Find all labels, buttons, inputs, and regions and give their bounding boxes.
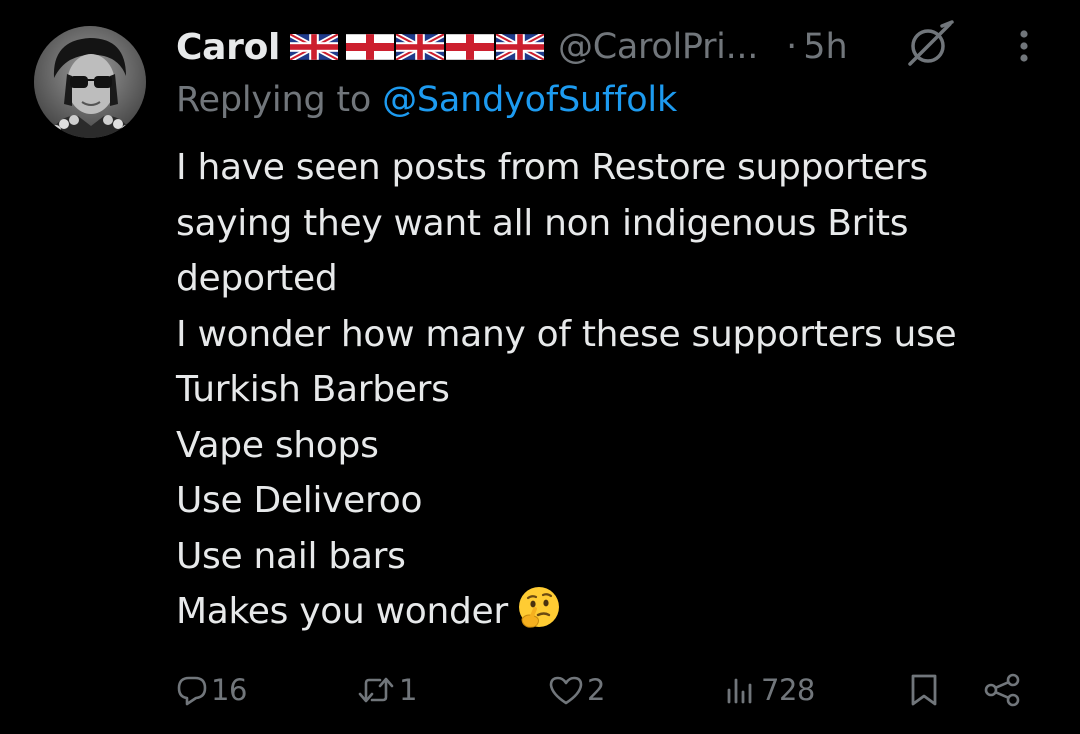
views-button[interactable]: 728 <box>724 664 815 716</box>
heart-icon <box>549 676 583 705</box>
england-flag-icon <box>346 34 395 60</box>
like-count: 2 <box>587 673 605 707</box>
tweet-text-line: deported <box>176 258 338 299</box>
bookmark-icon <box>911 674 937 706</box>
tweet-header: Carol @CarolPri... · 5h <box>176 22 848 72</box>
reply-count: 16 <box>211 673 247 707</box>
tweet-text-line-last: Makes you wonder <box>176 584 1056 640</box>
tweet: Carol @CarolPri... · 5h Replying to @San… <box>0 0 1080 734</box>
view-count: 728 <box>761 673 815 707</box>
reply-button[interactable]: 16 <box>176 664 247 716</box>
repost-count: 1 <box>399 673 417 707</box>
share-button[interactable] <box>982 664 1022 716</box>
uk-flag-icon <box>290 34 339 60</box>
views-icon <box>727 678 752 704</box>
reply-mention-link[interactable]: @SandyofSuffolk <box>382 80 677 120</box>
display-name[interactable]: Carol <box>176 27 280 68</box>
share-icon <box>984 673 1020 707</box>
tweet-text-line: I wonder how many of these supporters us… <box>176 313 957 355</box>
tweet-actions: 16 1 2 728 <box>176 664 1036 716</box>
timestamp[interactable]: 5h <box>803 27 847 67</box>
uk-flag-icon <box>496 34 545 60</box>
repost-icon <box>358 677 394 703</box>
avatar-photo <box>34 26 146 138</box>
bookmark-button[interactable] <box>908 664 940 716</box>
tweet-text: I have seen posts from Restore supporter… <box>176 140 1056 640</box>
uk-flag-icon <box>396 34 445 60</box>
tweet-text-line: saying they want all non indigenous Brit… <box>176 202 909 244</box>
tweet-text-line: Use nail bars <box>176 535 406 577</box>
thinking-face-icon <box>518 587 559 628</box>
user-handle[interactable]: @CarolPri... <box>558 27 758 67</box>
like-button[interactable]: 2 <box>548 664 605 716</box>
avatar[interactable] <box>34 26 146 138</box>
tweet-text-line: Turkish Barbers <box>176 369 450 410</box>
tweet-text-line: Vape shops <box>176 424 379 466</box>
tweet-text-line: I have seen posts from Restore supporter… <box>176 147 928 188</box>
tweet-text-final: Makes you wonder <box>176 591 508 632</box>
replying-to-label: Replying to <box>176 80 372 120</box>
grok-icon[interactable] <box>904 18 956 70</box>
tweet-text-line: Use Deliveroo <box>176 480 423 521</box>
reply-icon <box>177 676 207 706</box>
separator-dot: · <box>786 27 798 67</box>
flag-emojis <box>290 34 546 60</box>
england-flag-icon <box>446 34 495 60</box>
repost-button[interactable]: 1 <box>356 664 417 716</box>
reply-context: Replying to @SandyofSuffolk <box>176 80 677 120</box>
more-options-icon[interactable] <box>1004 26 1044 66</box>
